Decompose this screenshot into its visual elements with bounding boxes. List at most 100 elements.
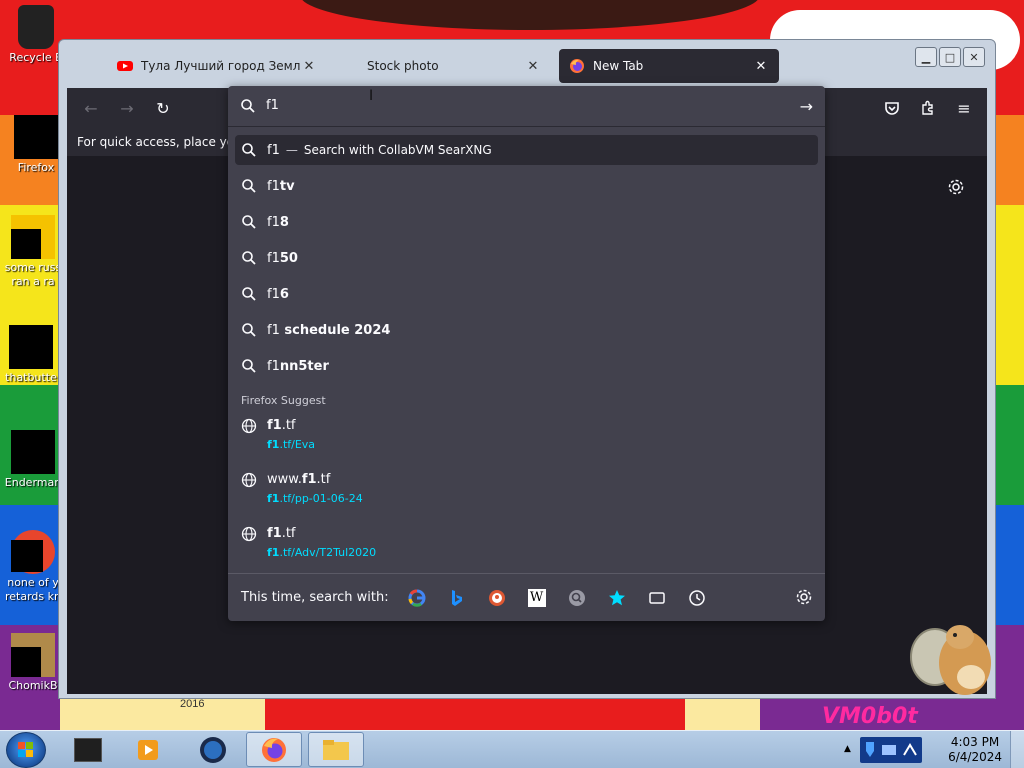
recycle-bin-icon bbox=[18, 5, 54, 49]
site-title: www.f1.tf bbox=[267, 472, 331, 487]
tab-youtube[interactable]: Тула Лучший город Земли - Y ✕ bbox=[107, 49, 327, 83]
taskbar-app-media-player[interactable] bbox=[120, 732, 176, 767]
site-result-row[interactable]: f1.tf f1.tf/Eva bbox=[235, 412, 818, 458]
suggestion-typed: f1 bbox=[267, 250, 280, 266]
search-icon bbox=[242, 251, 256, 265]
desktop-icon-label: Enderman bbox=[4, 476, 62, 489]
desktop-icon-label: thatbutte bbox=[5, 371, 57, 384]
reload-button[interactable]: ↻ bbox=[151, 96, 175, 120]
google-icon[interactable] bbox=[405, 586, 429, 610]
maximize-button[interactable]: □ bbox=[939, 47, 961, 67]
search-engine-row[interactable]: f1 — Search with CollabVM SearXNG bbox=[235, 135, 818, 165]
row-typed-text: f1 bbox=[267, 142, 280, 158]
duckduckgo-icon[interactable] bbox=[485, 586, 509, 610]
back-button[interactable]: ← bbox=[79, 96, 103, 120]
wikipedia-icon[interactable]: W bbox=[525, 586, 549, 610]
globe-app-icon bbox=[200, 736, 226, 763]
window-controls: ▁ □ ✕ bbox=[913, 47, 985, 67]
clock-time: 4:03 PM bbox=[950, 735, 1000, 749]
search-icon bbox=[242, 215, 256, 229]
suggestion-completion: nn5ter bbox=[279, 358, 329, 374]
go-arrow-icon[interactable]: → bbox=[800, 97, 813, 116]
clock[interactable]: 4:03 PM 6/4/2024 bbox=[948, 735, 1002, 765]
search-settings-gear-icon[interactable] bbox=[795, 588, 813, 609]
start-button[interactable] bbox=[6, 732, 46, 768]
forward-button[interactable]: → bbox=[115, 96, 139, 120]
newtab-settings-gear-icon[interactable] bbox=[947, 178, 967, 198]
site-result-row[interactable]: www.f1.tf f1.tf/pp-01-06-24 bbox=[235, 466, 818, 512]
search-icon bbox=[242, 287, 256, 301]
suggestion-row[interactable]: f1 8 bbox=[235, 207, 818, 237]
suggestion-completion: 6 bbox=[279, 286, 289, 302]
windows-logo-icon bbox=[18, 742, 33, 757]
suggestion-row[interactable]: f1 schedule 2024 bbox=[235, 315, 818, 345]
search-icon bbox=[241, 99, 255, 113]
site-url: f1.tf/Eva bbox=[267, 438, 316, 451]
history-icon[interactable] bbox=[685, 586, 709, 610]
desktop-icon-file-2[interactable]: thatbutte bbox=[0, 325, 62, 385]
suggestion-row[interactable]: f1 50 bbox=[235, 243, 818, 273]
searxng-icon[interactable] bbox=[565, 586, 589, 610]
taskbar-app-explorer[interactable] bbox=[308, 732, 364, 767]
close-tab-icon[interactable]: ✕ bbox=[753, 59, 769, 74]
close-window-button[interactable]: ✕ bbox=[963, 47, 985, 67]
globe-icon bbox=[241, 418, 257, 434]
file-icon bbox=[11, 430, 55, 474]
site-result-row[interactable]: f1.tf f1.tf/Adv/T2Tul2020 bbox=[235, 520, 818, 566]
text-cursor-icon: I bbox=[369, 88, 374, 104]
desktop-icon-file-3[interactable]: none of y retards kn bbox=[2, 530, 64, 604]
desktop-icon-file-1[interactable]: some russ ran a ra bbox=[2, 215, 64, 289]
tab-strip: Тула Лучший город Земли - Y ✕ Stock phot… bbox=[59, 40, 995, 88]
search-icon bbox=[242, 323, 256, 337]
one-off-search-bar: This time, search with: W bbox=[228, 574, 825, 621]
suggestion-completion: 8 bbox=[279, 214, 289, 230]
tray-expand-icon[interactable]: ▲ bbox=[844, 744, 851, 754]
suggestion-completion: 50 bbox=[279, 250, 298, 266]
site-title: f1.tf bbox=[267, 418, 296, 433]
search-icon bbox=[242, 143, 256, 157]
bookmarks-star-icon[interactable] bbox=[605, 586, 629, 610]
tab-stock-photo[interactable]: Stock photo ✕ bbox=[355, 49, 551, 83]
row-dash: — bbox=[285, 143, 298, 157]
close-tab-icon[interactable]: ✕ bbox=[525, 59, 541, 74]
desktop-icon-enderman[interactable]: Enderman bbox=[2, 430, 64, 490]
extensions-icon[interactable] bbox=[916, 96, 940, 120]
firefox-shortcut-icon bbox=[14, 115, 58, 159]
minimize-button[interactable]: ▁ bbox=[915, 47, 937, 67]
desktop-icon-label: some russ bbox=[4, 261, 62, 274]
suggestion-row[interactable]: f1 nn5ter bbox=[235, 351, 818, 381]
suggestion-row[interactable]: f1 6 bbox=[235, 279, 818, 309]
suggestion-typed: f1 bbox=[267, 358, 280, 374]
suggestion-row[interactable]: f1 tv bbox=[235, 171, 818, 201]
suggestion-typed: f1 bbox=[267, 322, 280, 338]
menu-hamburger-icon[interactable]: ≡ bbox=[952, 96, 976, 120]
tab-title: Тула Лучший город Земли - Y bbox=[141, 59, 301, 73]
search-icon bbox=[242, 359, 256, 373]
row-action-text: Search with CollabVM SearXNG bbox=[303, 143, 492, 157]
desktop-icon-chomik[interactable]: ChomikB bbox=[2, 633, 64, 693]
youtube-icon bbox=[117, 61, 133, 71]
site-url: f1.tf/Adv/T2Tul2020 bbox=[267, 546, 377, 559]
divider bbox=[228, 126, 825, 127]
show-desktop-button[interactable] bbox=[1010, 731, 1024, 768]
folder-icon bbox=[323, 739, 349, 760]
desktop-icon-label: ChomikB bbox=[8, 679, 58, 692]
urlbar-text[interactable]: f1 bbox=[266, 98, 279, 113]
urlbar-input[interactable]: f1 → bbox=[228, 86, 825, 126]
pocket-icon[interactable] bbox=[880, 96, 904, 120]
globe-icon bbox=[241, 526, 257, 542]
tab-new-tab[interactable]: New Tab ✕ bbox=[559, 49, 779, 83]
bing-icon[interactable] bbox=[445, 586, 469, 610]
taskbar-app-firefox[interactable] bbox=[246, 732, 302, 767]
wallpaper-art-text: 2016 bbox=[180, 698, 205, 710]
suggestion-completion: tv bbox=[279, 178, 295, 194]
firefox-suggest-header: Firefox Suggest bbox=[241, 394, 326, 407]
site-title: f1.tf bbox=[267, 526, 296, 541]
taskbar-app-globe[interactable] bbox=[185, 732, 241, 767]
close-tab-icon[interactable]: ✕ bbox=[301, 59, 317, 74]
suggestion-completion: schedule 2024 bbox=[279, 322, 391, 338]
file-icon bbox=[11, 633, 55, 677]
suggestion-typed: f1 bbox=[267, 286, 280, 302]
taskbar-app-terminal[interactable] bbox=[60, 732, 116, 767]
tabs-icon[interactable] bbox=[645, 586, 669, 610]
